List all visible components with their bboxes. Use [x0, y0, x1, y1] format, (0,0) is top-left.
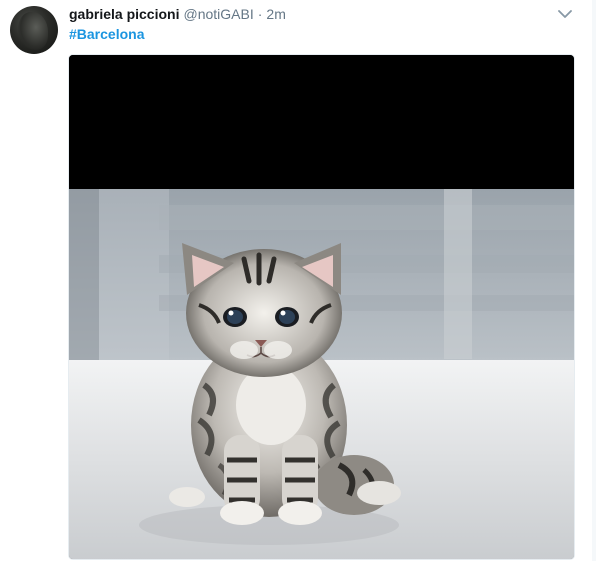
chevron-down-icon: [558, 9, 572, 18]
hashtag-link[interactable]: #Barcelona: [69, 26, 144, 42]
tweet[interactable]: gabriela piccioni @notiGABI · 2m #Barcel…: [0, 0, 596, 561]
tweet-media[interactable]: [68, 54, 575, 560]
author-name[interactable]: gabriela piccioni: [69, 5, 179, 23]
avatar-image: [18, 12, 48, 50]
tweet-text: #Barcelona: [69, 25, 144, 43]
kitten-photo: [69, 55, 574, 559]
author-handle[interactable]: @notiGABI: [183, 5, 253, 23]
scrollbar[interactable]: [592, 0, 596, 561]
tweet-menu-button[interactable]: [556, 6, 574, 22]
tweet-timestamp[interactable]: 2m: [266, 5, 285, 23]
user-avatar[interactable]: [10, 6, 58, 54]
header-separator: ·: [257, 6, 263, 22]
tweet-header: gabriela piccioni @notiGABI · 2m: [69, 5, 286, 23]
